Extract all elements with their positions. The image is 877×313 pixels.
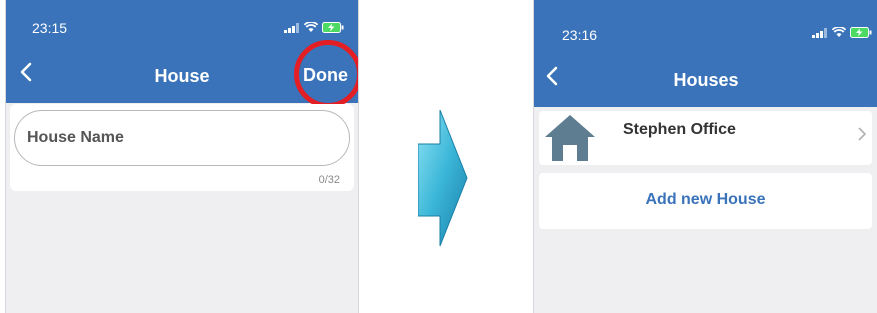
house-name-card: 0/32	[10, 104, 354, 191]
next-step-arrow-icon	[418, 110, 468, 247]
nav-header: 23:16 Houses	[534, 0, 877, 107]
houses-list-screen: 23:16 Houses Stephen Office Add new Hous…	[533, 0, 877, 313]
chevron-right-icon	[858, 127, 867, 146]
battery-charging-icon	[850, 27, 872, 38]
add-house-label: Add new House	[645, 191, 766, 208]
house-name: Stephen Office	[623, 121, 736, 138]
battery-charging-icon	[322, 22, 344, 33]
status-icons	[284, 22, 344, 33]
wifi-icon	[832, 27, 846, 37]
signal-icon	[812, 27, 827, 38]
status-time: 23:16	[562, 27, 598, 43]
house-edit-screen: 23:15 House Done House Name 0/32	[5, 0, 359, 313]
house-icon	[545, 115, 595, 161]
status-time: 23:15	[32, 20, 68, 36]
status-icons	[812, 27, 872, 38]
signal-icon	[284, 22, 299, 33]
character-counter: 0/32	[318, 174, 340, 186]
house-list-item[interactable]: Stephen Office	[539, 111, 872, 165]
wifi-icon	[304, 22, 318, 32]
highlight-circle	[294, 40, 358, 108]
house-name-input[interactable]	[14, 110, 350, 166]
add-house-button[interactable]: Add new House	[539, 173, 872, 229]
nav-header: 23:15 House Done	[6, 0, 358, 108]
page-title: Houses	[673, 70, 739, 90]
